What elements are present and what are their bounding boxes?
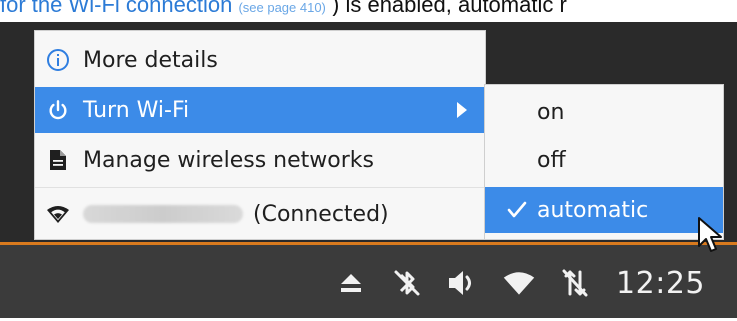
menu-separator (35, 187, 485, 188)
info-icon (45, 47, 71, 73)
submenu-item-on[interactable]: on (485, 89, 723, 135)
doc-page-ref[interactable]: (see page 410) (238, 0, 325, 15)
wifi-icon[interactable] (502, 266, 536, 300)
menu-item-manage-wireless-networks[interactable]: Manage wireless networks (35, 137, 485, 183)
menu-item-turn-wifi[interactable]: Turn Wi-Fi (35, 87, 485, 133)
wifi-context-menu: More details Turn Wi-Fi Manage wireless … (34, 30, 486, 240)
network-disabled-icon[interactable] (558, 266, 592, 300)
system-tray: 12:25 (334, 245, 705, 321)
submenu-arrow-icon (457, 102, 467, 118)
eject-icon[interactable] (334, 266, 368, 300)
doc-trailing-text: ) is enabled, automatic r (332, 0, 567, 16)
document-icon (45, 147, 71, 173)
bluetooth-disabled-icon[interactable] (390, 266, 424, 300)
document-text-line: for the Wi-Fi connection (see page 410) … (0, 0, 737, 16)
menu-item-label: More details (83, 47, 218, 73)
checkmark-icon (503, 201, 531, 219)
menu-item-label: (Connected) (253, 201, 389, 227)
clock-time[interactable]: 12:25 (616, 266, 705, 301)
doc-link[interactable]: for the Wi-Fi connection (0, 0, 232, 16)
submenu-item-label: automatic (537, 197, 649, 223)
submenu-item-label: off (537, 147, 566, 173)
submenu-item-off[interactable]: off (485, 137, 723, 183)
wifi-mode-submenu: on off automatic (484, 84, 724, 240)
blurred-ssid (83, 205, 243, 223)
menu-item-label: Turn Wi-Fi (83, 97, 190, 123)
submenu-item-automatic[interactable]: automatic (485, 187, 723, 233)
menu-item-more-details[interactable]: More details (35, 37, 485, 83)
menu-item-label: Manage wireless networks (83, 147, 374, 173)
menu-item-connected-network[interactable]: (Connected) (35, 191, 485, 237)
power-icon (45, 97, 71, 123)
submenu-bottom-edge (485, 233, 723, 239)
volume-icon[interactable] (446, 266, 480, 300)
submenu-item-label: on (537, 99, 565, 125)
mouse-cursor-icon (698, 217, 722, 252)
system-panel: 12:25 (0, 242, 737, 318)
wifi-icon (45, 201, 71, 227)
